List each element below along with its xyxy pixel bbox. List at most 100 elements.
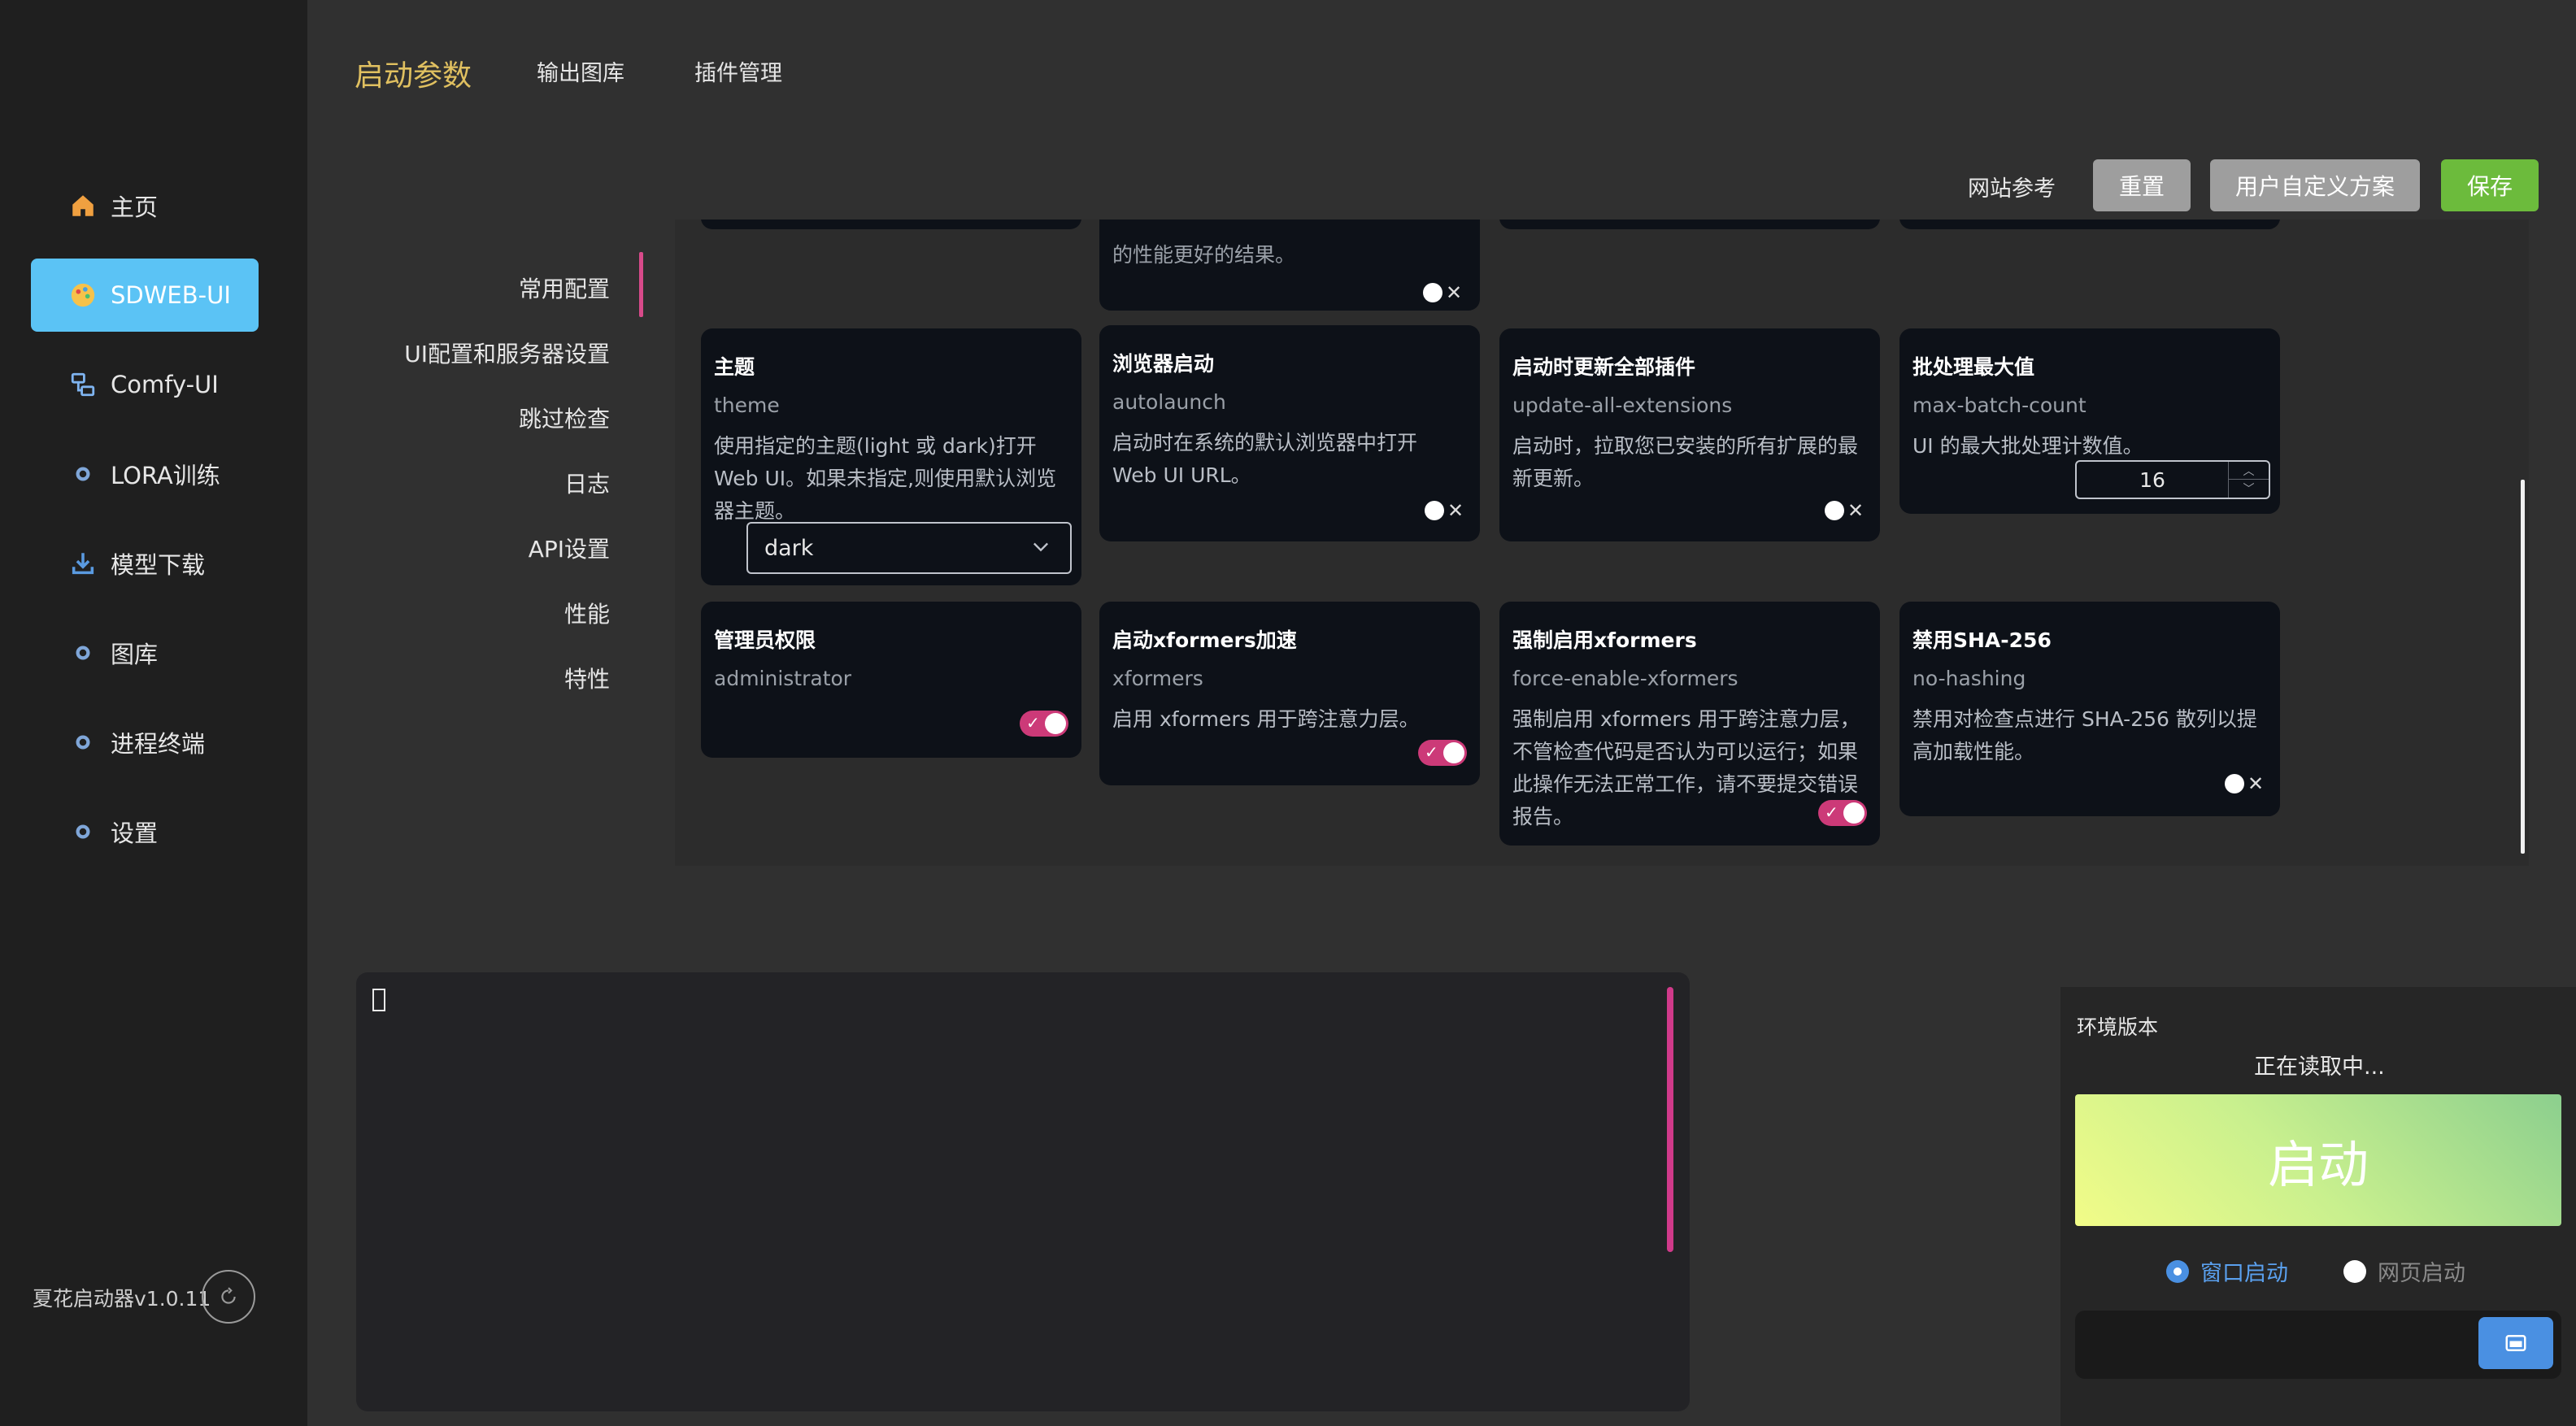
force-xformers-toggle[interactable]: ✓ [1818, 800, 1867, 826]
start-button[interactable]: 启动 [2075, 1094, 2561, 1226]
tab-output-gallery[interactable]: 输出图库 [537, 55, 624, 87]
setting-title: 浏览器启动 [1112, 352, 1215, 376]
palette-icon [68, 280, 98, 310]
chevron-down-icon [1033, 542, 1048, 552]
setting-description: 的性能更好的结果。 [1112, 243, 1296, 267]
setting-key: xformers [1112, 667, 1203, 690]
terminal-cursor [372, 989, 385, 1011]
settings-panel: 的性能更好的结果。 ✕ 主题 theme 使用指定的主题(light 或 dar… [675, 220, 2529, 866]
setting-title: 禁用SHA-256 [1912, 628, 2052, 652]
sidebar-item-settings[interactable]: 设置 [31, 795, 259, 868]
subnav-active-indicator [639, 252, 643, 317]
sidebar-item-home[interactable]: 主页 [31, 169, 259, 242]
setting-card-partial: 的性能更好的结果。 ✕ [1099, 220, 1480, 311]
subnav-ui-server[interactable]: UI配置和服务器设置 [404, 337, 610, 369]
decrement-icon[interactable]: ﹀ [2229, 480, 2269, 498]
launch-panel: 环境版本 正在读取中... 启动 窗口启动 网页启动 [2060, 987, 2576, 1426]
sidebar-item-model-download[interactable]: 模型下载 [31, 527, 259, 600]
setting-title: 主题 [714, 355, 755, 379]
setting-key: theme [714, 393, 780, 417]
setting-description: 启动时，拉取您已安装的所有扩展的最新更新。 [1512, 434, 1859, 490]
setting-title: 强制启用xformers [1512, 628, 1697, 652]
subnav-skip-checks[interactable]: 跳过检查 [519, 402, 610, 434]
console-scrollbar[interactable] [1667, 987, 1673, 1252]
setting-toggle-off[interactable]: ✕ [1423, 283, 1462, 302]
setting-card-max-batch: 批处理最大值 max-batch-count UI 的最大批处理计数值。 16 … [1899, 328, 2280, 514]
tab-launch-params[interactable]: 启动参数 [355, 52, 472, 94]
setting-card-partial [701, 220, 1081, 229]
radio-web-launch[interactable]: 网页启动 [2343, 1255, 2465, 1287]
sidebar-item-lora[interactable]: LORA训练 [31, 437, 259, 511]
bullet-icon [68, 817, 98, 846]
sidebar-item-label: Comfy-UI [111, 371, 219, 398]
download-icon [68, 549, 98, 578]
open-terminal-button[interactable] [2478, 1317, 2553, 1369]
bullet-icon [68, 459, 98, 489]
setting-card-autolaunch: 浏览器启动 autolaunch 启动时在系统的默认浏览器中打开 Web UI … [1099, 325, 1480, 541]
setting-key: no-hashing [1912, 667, 2026, 690]
setting-description: 启动时在系统的默认浏览器中打开 Web UI URL。 [1112, 431, 1418, 487]
radio-window-launch[interactable]: 窗口启动 [2166, 1255, 2288, 1287]
sidebar-item-terminal[interactable]: 进程终端 [31, 706, 259, 779]
subnav-common[interactable]: 常用配置 [519, 272, 610, 304]
sidebar-item-label: 模型下载 [111, 551, 206, 579]
custom-scheme-button[interactable]: 用户自定义方案 [2210, 159, 2420, 211]
increment-icon[interactable]: ︿ [2229, 462, 2269, 480]
sidebar-item-label: 主页 [111, 193, 159, 221]
quantity-stepper[interactable]: ︿ ﹀ [2228, 462, 2269, 498]
sidebar-item-label: LORA训练 [111, 462, 220, 489]
sidebar: 主页 SDWEB-UI Comfy-UI LORA训练 模型下载 图库 进程终端… [0, 0, 307, 1426]
subnav-logs[interactable]: 日志 [564, 467, 610, 499]
setting-card-administrator: 管理员权限 administrator ✓ [701, 602, 1081, 758]
sidebar-item-label: 图库 [111, 641, 159, 668]
terminal-console[interactable] [356, 972, 1690, 1411]
sidebar-item-gallery[interactable]: 图库 [31, 616, 259, 689]
app-version: 夏花启动器v1.0.11 [33, 1287, 211, 1311]
autolaunch-toggle[interactable]: ✕ [1425, 501, 1464, 520]
setting-card-xformers: 启动xformers加速 xformers 启用 xformers 用于跨注意力… [1099, 602, 1480, 785]
max-batch-input[interactable]: 16 ︿ ﹀ [2075, 460, 2270, 499]
sidebar-item-label: 设置 [111, 820, 159, 847]
refresh-icon [221, 1287, 236, 1304]
sidebar-item-sdwebui[interactable]: SDWEB-UI [31, 259, 259, 332]
site-reference-link[interactable]: 网站参考 [1968, 171, 2056, 202]
subnav-api[interactable]: API设置 [529, 532, 610, 564]
administrator-toggle[interactable]: ✓ [1020, 711, 1068, 737]
setting-description: 强制启用 xformers 用于跨注意力层，不管检查代码是否认为可以运行；如果此… [1512, 707, 1860, 828]
radio-indicator [2166, 1259, 2189, 1283]
reset-button[interactable]: 重置 [2093, 159, 2191, 211]
terminal-icon [2505, 1335, 2526, 1351]
xformers-toggle[interactable]: ✓ [1418, 740, 1467, 766]
no-hashing-toggle[interactable]: ✕ [2225, 774, 2264, 793]
setting-key: autolaunch [1112, 390, 1226, 414]
panel-scrollbar[interactable] [2521, 480, 2525, 854]
theme-select[interactable]: dark [746, 522, 1072, 574]
setting-title: 启动xformers加速 [1112, 628, 1297, 652]
bullet-icon [68, 728, 98, 757]
update-extensions-toggle[interactable]: ✕ [1825, 501, 1864, 520]
save-button[interactable]: 保存 [2441, 159, 2539, 211]
radio-label: 网页启动 [2378, 1261, 2465, 1286]
setting-card-partial [1499, 220, 1880, 229]
setting-title: 管理员权限 [714, 628, 816, 652]
setting-description: UI 的最大批处理计数值。 [1912, 434, 2143, 458]
setting-key: administrator [714, 667, 852, 690]
setting-key: max-batch-count [1912, 393, 2086, 417]
setting-key: force-enable-xformers [1512, 667, 1738, 690]
max-batch-value: 16 [2139, 467, 2165, 492]
bullet-icon [68, 638, 98, 667]
theme-select-value: dark [764, 535, 814, 561]
setting-description: 使用指定的主题(light 或 dark)打开 Web UI。如果未指定,则使用… [714, 434, 1057, 523]
sidebar-item-label: 进程终端 [111, 730, 206, 758]
sidebar-item-comfyui[interactable]: Comfy-UI [31, 348, 259, 421]
setting-description: 禁用对检查点进行 SHA-256 散列以提高加载性能。 [1912, 707, 2257, 763]
setting-card-theme: 主题 theme 使用指定的主题(light 或 dark)打开 Web UI。… [701, 328, 1081, 585]
refresh-button[interactable] [202, 1270, 255, 1324]
setting-card-partial [1899, 220, 2280, 229]
flow-icon [68, 370, 98, 399]
env-version-status: 正在读取中... [2254, 1054, 2385, 1080]
subnav-performance[interactable]: 性能 [564, 597, 610, 629]
tab-plugin-manager[interactable]: 插件管理 [694, 55, 782, 87]
subnav-features[interactable]: 特性 [564, 662, 610, 694]
launch-command-field[interactable] [2075, 1311, 2561, 1379]
